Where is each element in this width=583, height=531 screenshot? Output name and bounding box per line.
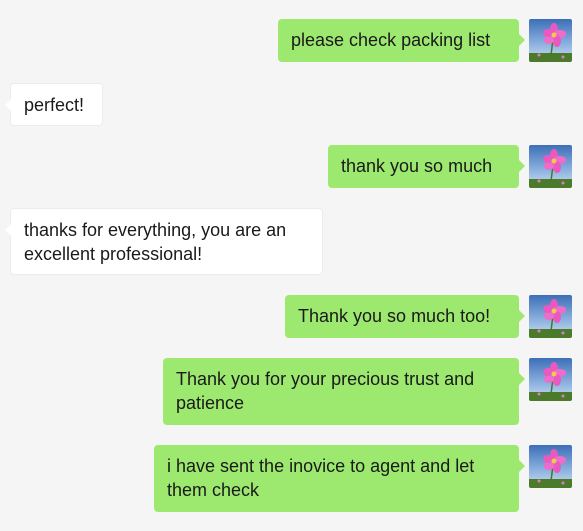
avatar[interactable] <box>529 145 572 188</box>
avatar[interactable] <box>529 358 572 401</box>
outgoing-message[interactable]: please check packing list <box>278 19 525 62</box>
message-text: thanks for everything, you are an excell… <box>24 220 287 264</box>
avatar[interactable] <box>529 19 572 62</box>
outgoing-message[interactable]: i have sent the inovice to agent and let… <box>154 445 525 512</box>
outgoing-message[interactable]: Thank you so much too! <box>285 295 525 338</box>
message-text: perfect! <box>24 95 85 115</box>
incoming-message[interactable]: thanks for everything, you are an excell… <box>5 208 323 275</box>
flower-photo-icon <box>529 145 572 188</box>
flower-photo-icon <box>529 19 572 62</box>
message-text: Thank you so much too! <box>298 306 491 326</box>
incoming-message[interactable]: perfect! <box>5 83 103 126</box>
message-text: Thank you for your precious trust and pa… <box>176 369 475 413</box>
outgoing-message[interactable]: thank you so much <box>328 145 525 188</box>
message-text: please check packing list <box>291 30 491 50</box>
message-text: thank you so much <box>341 156 493 176</box>
chat-window: please check packing list perfect! thank… <box>0 0 583 531</box>
avatar[interactable] <box>529 295 572 338</box>
message-text: i have sent the inovice to agent and let… <box>167 456 475 500</box>
flower-photo-icon <box>529 295 572 338</box>
flower-photo-icon <box>529 358 572 401</box>
outgoing-message[interactable]: Thank you for your precious trust and pa… <box>163 358 525 425</box>
avatar[interactable] <box>529 445 572 488</box>
flower-photo-icon <box>529 445 572 488</box>
